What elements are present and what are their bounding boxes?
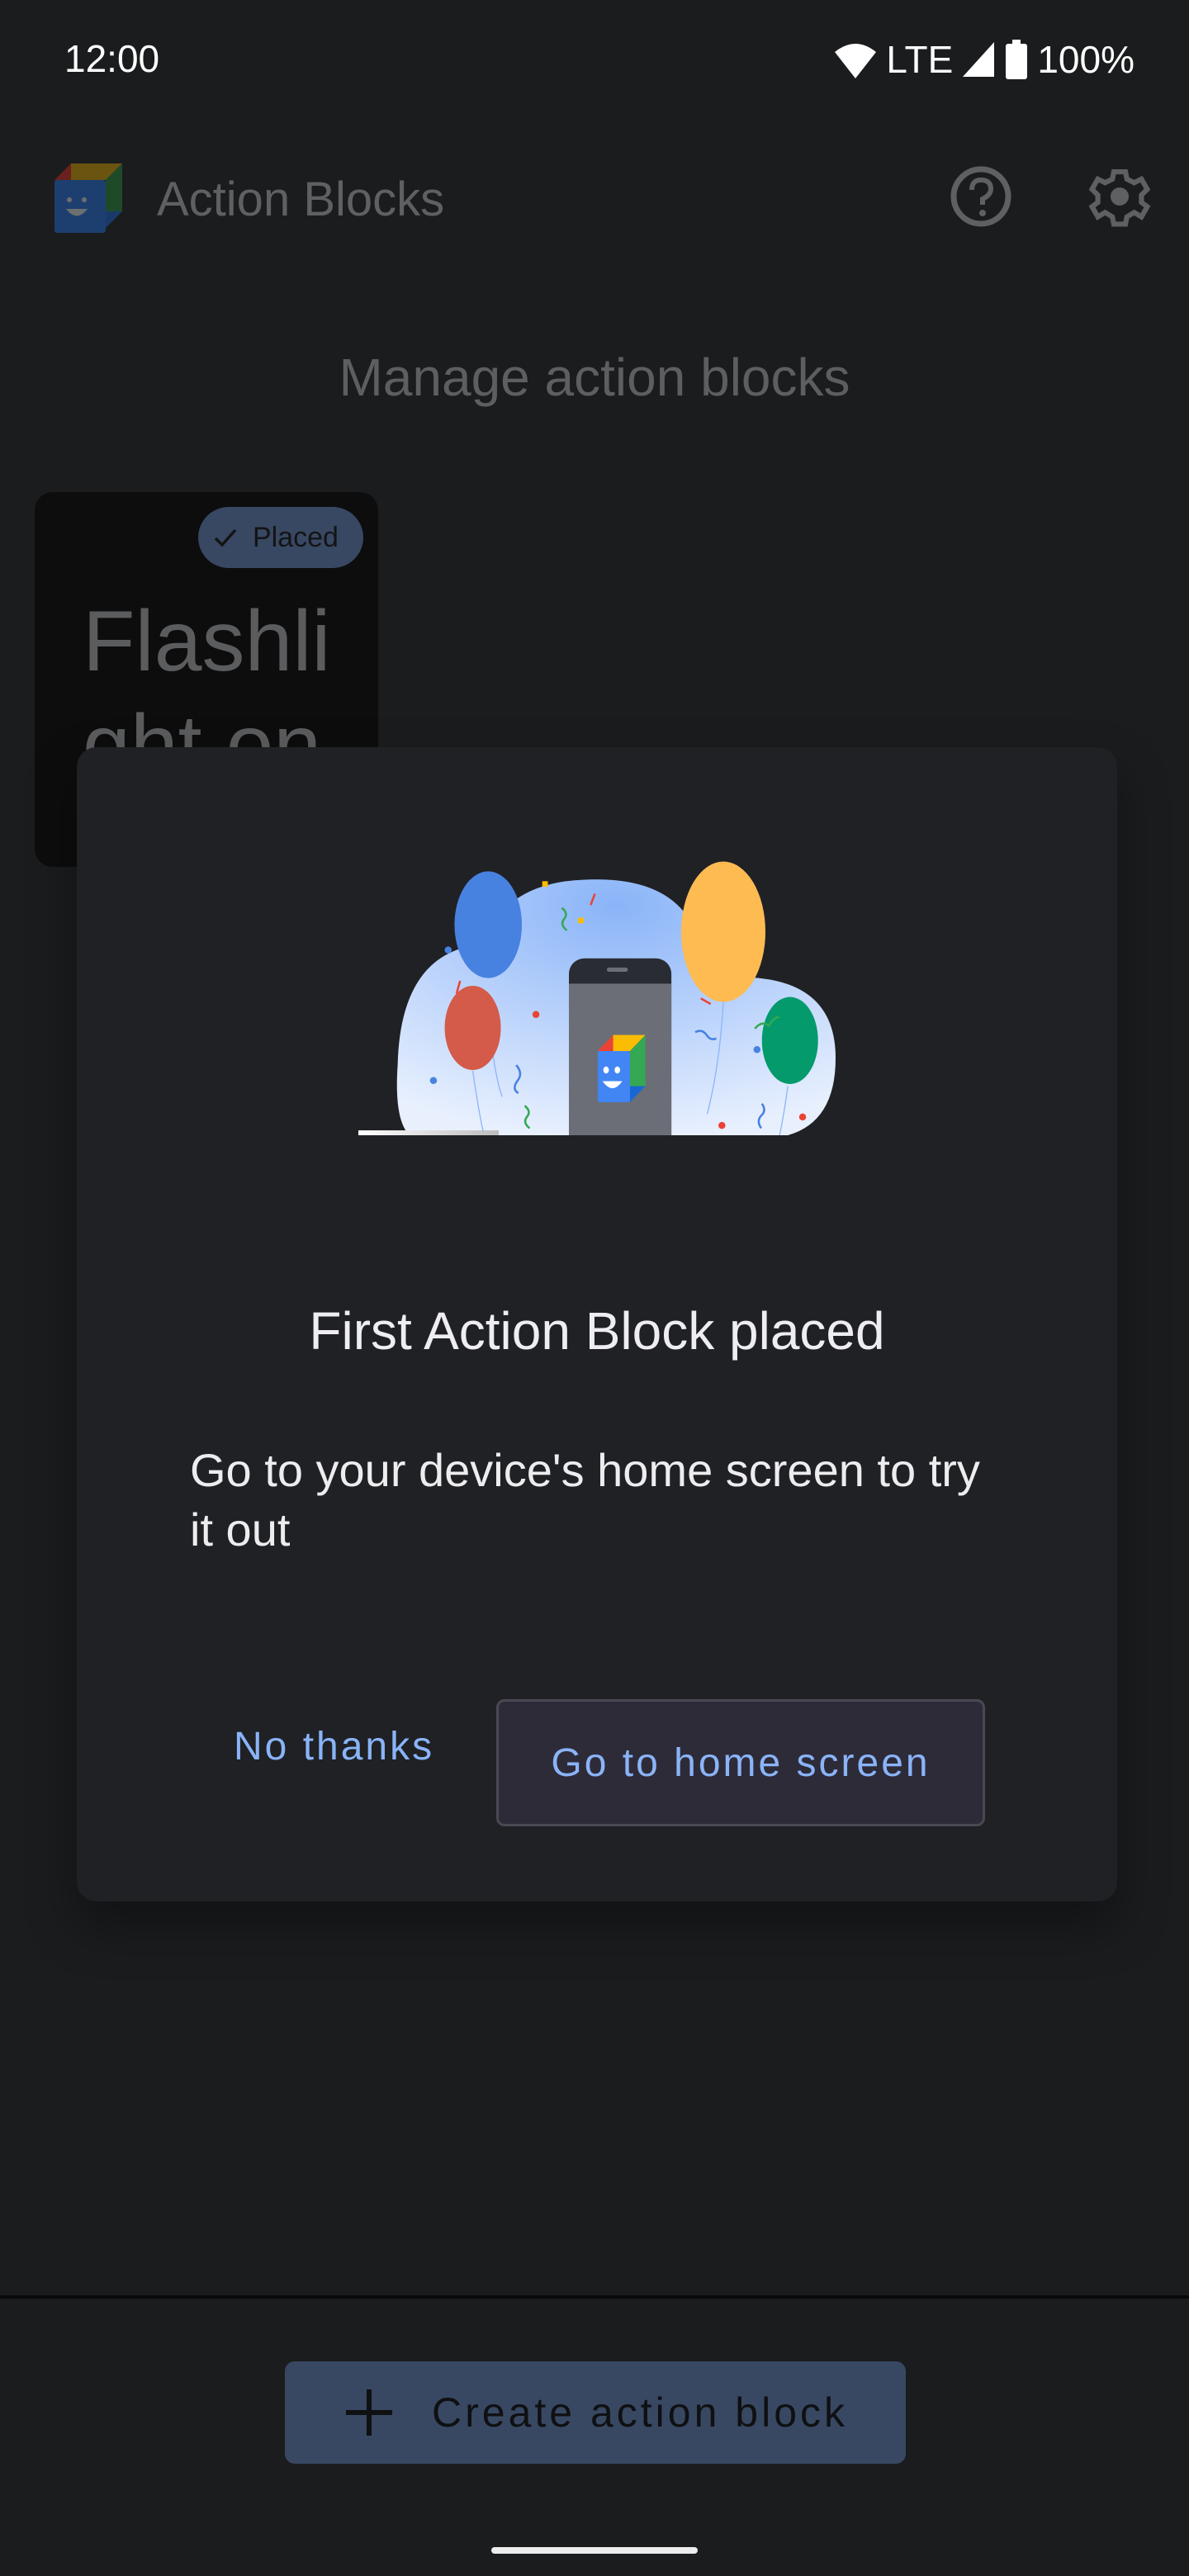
check-icon [214,528,237,547]
status-icons: LTE 100% [833,36,1135,83]
signal-icon [963,42,995,77]
app-bar: Action Blocks [0,157,1189,248]
wifi-icon [835,44,877,78]
status-bar: 12:00 LTE 100% [0,0,1189,116]
go-to-home-screen-button[interactable]: Go to home screen [496,1699,985,1826]
status-time: 12:00 [64,37,160,80]
battery-icon [1006,40,1028,79]
help-icon[interactable] [950,165,1012,228]
no-thanks-button[interactable]: No thanks [234,1697,434,1796]
plus-icon [346,2389,392,2436]
page-heading: Manage action blocks [339,348,850,407]
bottom-divider [0,2295,1189,2299]
first-block-placed-dialog: First Action Block placed Go to your dev… [77,747,1117,1901]
app-title: Action Blocks [157,173,445,226]
action-blocks-logo [54,163,122,233]
battery-percent: 100% [1037,38,1135,81]
network-type: LTE [886,38,954,81]
status-badge: Placed [198,507,363,568]
dialog-message: Go to your device's home screen to try i… [190,1444,980,1556]
celebration-illustration [358,861,836,1135]
status-badge-label: Placed [253,521,339,553]
dialog-title: First Action Block placed [309,1301,885,1361]
create-action-block-button[interactable]: Create action block [285,2361,906,2464]
create-action-block-label: Create action block [432,2389,849,2436]
gear-icon[interactable] [1088,163,1151,230]
gesture-nav-handle[interactable] [491,2547,698,2554]
